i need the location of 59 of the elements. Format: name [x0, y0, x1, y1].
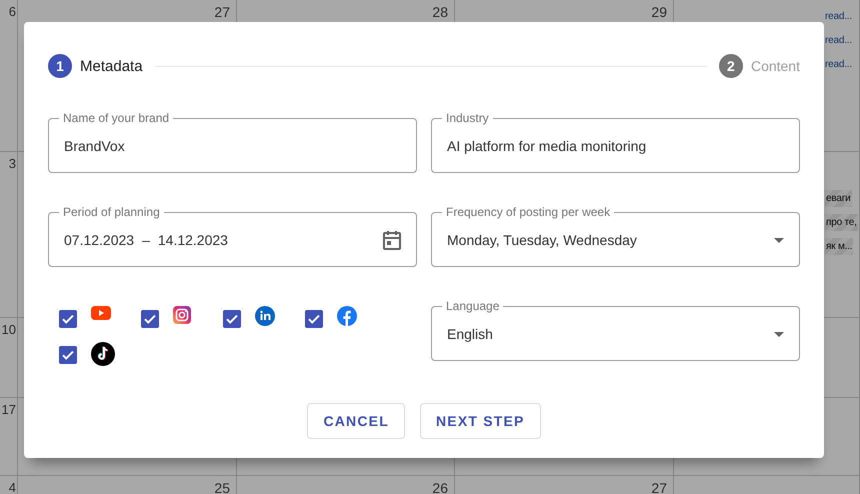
step-number[interactable]: 2	[718, 54, 743, 78]
dropdown-caret-icon[interactable]	[774, 238, 784, 242]
input-field[interactable]: Name of your brand BrandVox	[48, 110, 417, 173]
input-field[interactable]: Industry AI platform for media monitoring	[431, 110, 800, 173]
day-number: 27	[214, 4, 230, 20]
calendar-cell[interactable]: 26	[237, 476, 455, 494]
calendar-event[interactable]: еваги	[825, 190, 852, 207]
next-step-button[interactable]: NEXT STEP	[420, 403, 541, 439]
field-label: Name of your brand	[62, 110, 170, 126]
calendar-event[interactable]: read...	[825, 32, 852, 49]
field-label: Language	[445, 298, 500, 314]
day-number: 25	[214, 480, 230, 494]
day-number: 26	[432, 480, 448, 494]
checkbox[interactable]	[305, 310, 323, 328]
camera-logo-icon	[173, 306, 191, 324]
field-value: BrandVox	[64, 138, 126, 154]
field-value: 07.12.2023	[64, 232, 134, 248]
calendar-event[interactable]: read...	[825, 8, 852, 25]
calendar-event[interactable]: read...	[825, 56, 852, 73]
calendar-cell[interactable]: 6	[0, 0, 18, 152]
checkbox[interactable]	[59, 346, 77, 364]
day-number: 27	[651, 480, 667, 494]
checkbox[interactable]	[223, 310, 241, 328]
field-value: AI platform for media monitoring	[447, 138, 648, 154]
range-separator: –	[142, 232, 150, 248]
field-value: Monday, Tuesday, Wednesday	[447, 232, 638, 248]
calendar-event[interactable]: як м...	[825, 238, 854, 255]
calendar-icon[interactable]	[383, 230, 401, 250]
f-logo-icon	[337, 306, 357, 326]
field-label: Industry	[445, 110, 490, 126]
calendar-cell[interactable]: 17	[0, 398, 18, 476]
day-number: 4	[8, 480, 16, 494]
note-logo-icon	[91, 342, 115, 366]
field-label: Frequency of posting per week	[445, 204, 612, 220]
dropdown-caret-icon[interactable]	[774, 332, 784, 336]
select-field[interactable]: Frequency of posting per week Monday, Tuesday, Wednesday	[431, 204, 800, 267]
field-value: English	[447, 326, 494, 342]
day-number: 28	[432, 4, 448, 20]
calendar-event[interactable]: про те,	[825, 214, 858, 231]
cancel-button[interactable]: CANCEL	[307, 403, 405, 439]
day-number: 6	[8, 4, 16, 19]
date-range-field[interactable]: Period of planning 07.12.2023 – 14.12.2023	[48, 204, 417, 267]
day-number: 29	[651, 4, 667, 20]
calendar-cell[interactable]: 25	[18, 476, 237, 494]
calendar-cell[interactable]: 3	[0, 152, 18, 318]
step-number[interactable]: 1	[48, 54, 72, 78]
in-logo-icon	[255, 306, 275, 326]
checkbox[interactable]	[59, 310, 77, 328]
checkbox[interactable]	[141, 310, 159, 328]
calendar-cell[interactable]: 10	[0, 318, 18, 398]
day-number: 10	[2, 322, 16, 337]
play-logo-icon	[91, 306, 111, 320]
calendar-cell[interactable]: 4	[0, 476, 18, 494]
day-number: 17	[2, 402, 16, 417]
calendar-cell[interactable]: 27	[455, 476, 674, 494]
day-number: 3	[8, 156, 16, 171]
step-label[interactable]: Metadata	[80, 58, 143, 74]
field-label: Period of planning	[62, 204, 161, 220]
field-value: 14.12.2023	[158, 232, 229, 248]
